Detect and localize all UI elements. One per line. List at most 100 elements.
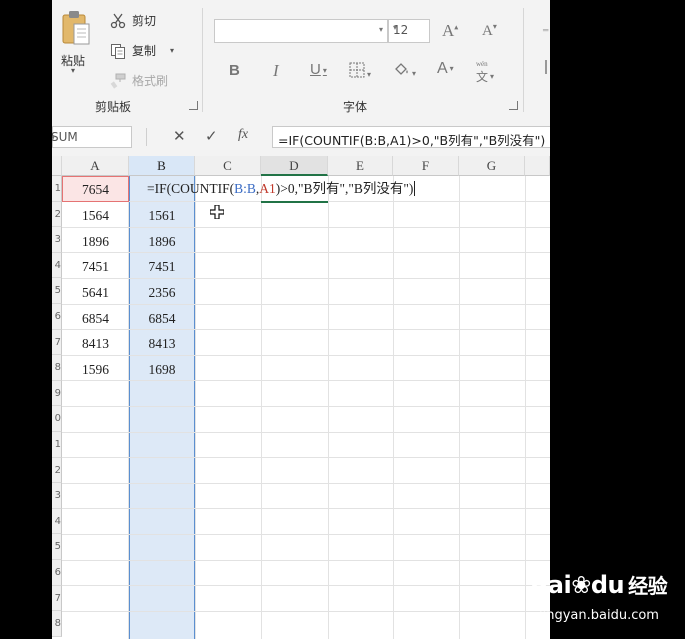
cell-b4[interactable]: 7451	[129, 254, 195, 279]
fill-color-button[interactable]: ▾	[393, 61, 416, 82]
cell-a8[interactable]: 1596	[62, 357, 129, 382]
paw-icon: ❀	[571, 571, 591, 599]
paint-bucket-icon	[395, 63, 408, 75]
font-name-select[interactable]: ▾	[214, 19, 388, 43]
cell-a6[interactable]: 6854	[62, 306, 129, 331]
format-painter-label: 格式刷	[132, 74, 169, 88]
enter-icon[interactable]: ✓	[205, 127, 218, 145]
grid-line	[62, 611, 550, 612]
row-header[interactable]: 9	[52, 380, 62, 407]
row-header[interactable]: 3	[52, 483, 62, 509]
cut-label: 剪切	[132, 14, 157, 28]
row-header[interactable]: 7	[52, 585, 62, 612]
paste-icon[interactable]	[61, 10, 91, 46]
row-header[interactable]: 2	[52, 457, 62, 484]
row-header[interactable]: 0	[52, 406, 62, 432]
grid-line	[328, 176, 329, 639]
row-header[interactable]: 6	[52, 304, 62, 330]
copy-dropdown-arrow[interactable]: ▾	[170, 46, 174, 55]
column-header-f[interactable]: F	[393, 156, 459, 176]
paste-dropdown-arrow[interactable]: ▾	[71, 66, 75, 75]
grid-line	[195, 176, 196, 639]
column-header-d[interactable]: D	[261, 156, 328, 176]
grid-line	[459, 176, 460, 639]
cell-a5[interactable]: 5641	[62, 280, 129, 305]
cell-b6[interactable]: 6854	[129, 306, 195, 331]
row-header[interactable]: 8	[52, 611, 62, 637]
cell-d1-edit-formula[interactable]: =IF(COUNTIF(B:B,A1)>0,"B列有","B列没有")​	[147, 179, 416, 199]
row-header[interactable]: 5	[52, 534, 62, 560]
grid-line	[62, 483, 550, 484]
format-painter-icon	[110, 73, 126, 89]
row-header[interactable]: 7	[52, 329, 62, 356]
cell-b8[interactable]: 1698	[129, 357, 195, 382]
column-header-h[interactable]	[525, 156, 550, 176]
row-header[interactable]: 5	[52, 278, 62, 304]
row-header[interactable]: 1	[52, 176, 62, 202]
insert-function-icon[interactable]: fx	[238, 127, 248, 143]
cell-b7[interactable]: 8413	[129, 331, 195, 356]
ribbon-group-divider	[523, 8, 524, 112]
select-all-corner[interactable]	[52, 156, 62, 176]
font-dialog-launcher-icon[interactable]	[509, 101, 518, 110]
borders-icon	[349, 62, 365, 78]
increase-font-size-icon: A	[442, 21, 455, 40]
cancel-icon[interactable]: ✕	[173, 127, 186, 145]
copy-label: 复制	[132, 44, 157, 58]
cut-button[interactable]: 剪切	[110, 12, 156, 29]
name-box[interactable]: SUM ▾	[52, 126, 132, 148]
underline-button[interactable]: U ▾	[310, 61, 327, 78]
decrease-font-size-icon: A	[482, 23, 493, 39]
chevron-down-icon: ▾	[393, 23, 398, 32]
row-header[interactable]: 4	[52, 508, 62, 535]
format-painter-button[interactable]: 格式刷	[110, 72, 168, 89]
row-header[interactable]: 8	[52, 355, 62, 381]
watermark-logo-suffix: 经验	[628, 574, 668, 598]
watermark-logo-mid: du	[590, 571, 625, 599]
font-size-select[interactable]: 12 ▾	[388, 19, 430, 43]
row-header[interactable]: 6	[52, 560, 62, 586]
cell-b3[interactable]: 1896	[129, 229, 195, 254]
cell-grid[interactable]: 7654 1564 1896 7451 5641 6854 8413 1596 …	[62, 176, 550, 639]
bold-button[interactable]: B	[229, 62, 240, 79]
grid-line	[62, 508, 550, 509]
column-header-a[interactable]: A	[62, 156, 129, 176]
column-header-e[interactable]: E	[328, 156, 393, 176]
ribbon-overflow-icon: ⁼	[542, 25, 550, 41]
increase-font-size-button[interactable]: A▴	[442, 21, 458, 41]
cell-a4[interactable]: 7451	[62, 254, 129, 279]
copy-button[interactable]: 复制 ▾	[110, 42, 174, 59]
phonetic-guide-button[interactable]: wén 文 ▾	[476, 60, 506, 85]
italic-button[interactable]: I	[273, 61, 279, 81]
grid-line	[261, 176, 262, 639]
cell-a2[interactable]: 1564	[62, 203, 129, 228]
formula-bar: SUM ▾ ✕ ✓ fx =IF(COUNTIF(B:B,A1)>0,"B列有"…	[52, 118, 550, 156]
grid-line	[62, 457, 550, 458]
ribbon: 粘贴 ▾ 剪切 复制 ▾ 格式刷 剪贴板 ▾ 12 ▾ A▴ A▾ B I U …	[52, 0, 550, 119]
column-header-b[interactable]: B	[129, 156, 195, 176]
formula-input[interactable]: =IF(COUNTIF(B:B,A1)>0,"B列有","B列没有")	[272, 126, 550, 148]
cell-a3[interactable]: 1896	[62, 229, 129, 254]
cell-b2[interactable]: 1561	[129, 203, 195, 228]
row-header[interactable]: 3	[52, 227, 62, 253]
column-header-g[interactable]: G	[459, 156, 525, 176]
row-header[interactable]: 4	[52, 252, 62, 279]
row-header[interactable]: 1	[52, 432, 62, 458]
cell-a7[interactable]: 8413	[62, 331, 129, 356]
row-header[interactable]: 2	[52, 201, 62, 228]
chevron-down-icon: ▾	[378, 25, 383, 34]
scissors-icon	[110, 13, 126, 28]
formula-part-tail: )>0,"B列有","B列没有")	[275, 181, 414, 196]
borders-button[interactable]: ▾	[349, 62, 371, 83]
clipboard-dialog-launcher-icon[interactable]	[189, 101, 198, 110]
cell-a1[interactable]: 7654	[62, 177, 129, 202]
grid-line	[62, 585, 550, 586]
underline-icon: U	[310, 61, 321, 78]
watermark-url: jingyan.baidu.com	[539, 608, 659, 623]
cell-b5[interactable]: 2356	[129, 280, 195, 305]
column-header-c[interactable]: C	[195, 156, 261, 176]
font-color-button[interactable]: A ▾	[437, 60, 454, 78]
ribbon-overflow-edge	[545, 60, 550, 74]
phonetic-icon: 文	[476, 70, 489, 84]
decrease-font-size-button[interactable]: A▾	[482, 22, 497, 40]
